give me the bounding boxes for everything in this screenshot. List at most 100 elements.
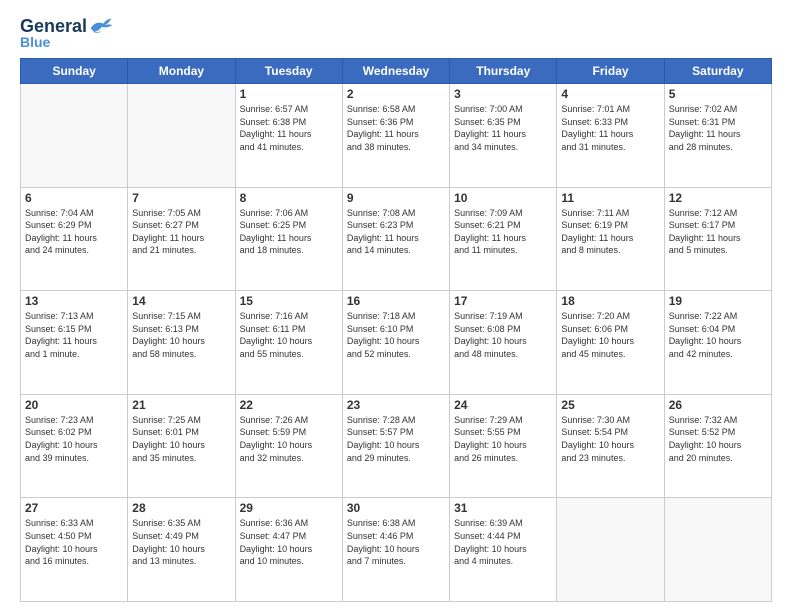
day-number: 15: [240, 294, 338, 308]
day-info: Sunrise: 7:30 AM Sunset: 5:54 PM Dayligh…: [561, 414, 659, 464]
day-info: Sunrise: 6:39 AM Sunset: 4:44 PM Dayligh…: [454, 517, 552, 567]
day-number: 9: [347, 191, 445, 205]
day-number: 21: [132, 398, 230, 412]
day-number: 14: [132, 294, 230, 308]
day-info: Sunrise: 6:38 AM Sunset: 4:46 PM Dayligh…: [347, 517, 445, 567]
calendar-cell: 28Sunrise: 6:35 AM Sunset: 4:49 PM Dayli…: [128, 498, 235, 602]
calendar-cell: 30 Sunrise: 6:38 AM Sunset: 4:46 PM Dayli…: [342, 498, 449, 602]
calendar-cell: [128, 84, 235, 188]
logo: General Blue: [20, 16, 113, 50]
day-info: Sunrise: 6:36 AM Sunset: 4:47 PM Dayligh…: [240, 517, 338, 567]
calendar-cell: 6Sunrise: 7:04 AM Sunset: 6:29 PM Daylig…: [21, 187, 128, 291]
day-number: 16: [347, 294, 445, 308]
day-number: 26: [669, 398, 767, 412]
calendar-cell: 31 Sunrise: 6:39 AM Sunset: 4:44 PM Dayli…: [450, 498, 557, 602]
day-info: Sunrise: 7:06 AM Sunset: 6:25 PM Dayligh…: [240, 207, 338, 257]
day-info: Sunrise: 7:29 AM Sunset: 5:55 PM Dayligh…: [454, 414, 552, 464]
day-number: 2: [347, 87, 445, 101]
day-number: 18: [561, 294, 659, 308]
day-info: Sunrise: 7:19 AM Sunset: 6:08 PM Dayligh…: [454, 310, 552, 360]
day-number: 19: [669, 294, 767, 308]
bird-icon: [89, 16, 113, 36]
calendar-cell: 19 Sunrise: 7:22 AM Sunset: 6:04 PM Dayli…: [664, 291, 771, 395]
day-info: Sunrise: 7:01 AM Sunset: 6:33 PM Dayligh…: [561, 103, 659, 153]
calendar-cell: 1 Sunrise: 6:57 AM Sunset: 6:38 PM Daylig…: [235, 84, 342, 188]
calendar-cell: [664, 498, 771, 602]
day-number: 12: [669, 191, 767, 205]
day-number: 10: [454, 191, 552, 205]
calendar-cell: 4 Sunrise: 7:01 AM Sunset: 6:33 PM Daylig…: [557, 84, 664, 188]
day-info: Sunrise: 7:25 AM Sunset: 6:01 PM Dayligh…: [132, 414, 230, 464]
day-number: 22: [240, 398, 338, 412]
day-info: Sunrise: 7:04 AM Sunset: 6:29 PM Dayligh…: [25, 207, 123, 257]
calendar-cell: 24 Sunrise: 7:29 AM Sunset: 5:55 PM Dayli…: [450, 394, 557, 498]
calendar-cell: 9Sunrise: 7:08 AM Sunset: 6:23 PM Daylig…: [342, 187, 449, 291]
day-info: Sunrise: 6:57 AM Sunset: 6:38 PM Dayligh…: [240, 103, 338, 153]
calendar-week-row: 6Sunrise: 7:04 AM Sunset: 6:29 PM Daylig…: [21, 187, 772, 291]
day-info: Sunrise: 7:12 AM Sunset: 6:17 PM Dayligh…: [669, 207, 767, 257]
calendar-cell: 18 Sunrise: 7:20 AM Sunset: 6:06 PM Dayli…: [557, 291, 664, 395]
calendar-cell: 12 Sunrise: 7:12 AM Sunset: 6:17 PM Dayli…: [664, 187, 771, 291]
day-info: Sunrise: 6:33 AM Sunset: 4:50 PM Dayligh…: [25, 517, 123, 567]
calendar-cell: 23 Sunrise: 7:28 AM Sunset: 5:57 PM Dayli…: [342, 394, 449, 498]
calendar-week-row: 13Sunrise: 7:13 AM Sunset: 6:15 PM Dayli…: [21, 291, 772, 395]
weekday-header-thursday: Thursday: [450, 59, 557, 84]
day-number: 5: [669, 87, 767, 101]
day-number: 29: [240, 501, 338, 515]
day-info: Sunrise: 6:35 AM Sunset: 4:49 PM Dayligh…: [132, 517, 230, 567]
calendar-cell: 15 Sunrise: 7:16 AM Sunset: 6:11 PM Dayli…: [235, 291, 342, 395]
calendar-week-row: 1 Sunrise: 6:57 AM Sunset: 6:38 PM Daylig…: [21, 84, 772, 188]
day-info: Sunrise: 7:05 AM Sunset: 6:27 PM Dayligh…: [132, 207, 230, 257]
day-number: 23: [347, 398, 445, 412]
day-number: 3: [454, 87, 552, 101]
day-number: 4: [561, 87, 659, 101]
calendar-cell: 8Sunrise: 7:06 AM Sunset: 6:25 PM Daylig…: [235, 187, 342, 291]
day-number: 20: [25, 398, 123, 412]
calendar-cell: 25 Sunrise: 7:30 AM Sunset: 5:54 PM Dayli…: [557, 394, 664, 498]
calendar-table: SundayMondayTuesdayWednesdayThursdayFrid…: [20, 58, 772, 602]
weekday-header-wednesday: Wednesday: [342, 59, 449, 84]
logo-blue: Blue: [20, 34, 113, 50]
weekday-header-monday: Monday: [128, 59, 235, 84]
day-info: Sunrise: 7:28 AM Sunset: 5:57 PM Dayligh…: [347, 414, 445, 464]
day-info: Sunrise: 7:26 AM Sunset: 5:59 PM Dayligh…: [240, 414, 338, 464]
calendar-week-row: 20 Sunrise: 7:23 AM Sunset: 6:02 PM Dayli…: [21, 394, 772, 498]
calendar-week-row: 27 Sunrise: 6:33 AM Sunset: 4:50 PM Dayli…: [21, 498, 772, 602]
calendar-cell: 29 Sunrise: 6:36 AM Sunset: 4:47 PM Dayli…: [235, 498, 342, 602]
day-info: Sunrise: 7:20 AM Sunset: 6:06 PM Dayligh…: [561, 310, 659, 360]
calendar-cell: [557, 498, 664, 602]
calendar-cell: 3 Sunrise: 7:00 AM Sunset: 6:35 PM Daylig…: [450, 84, 557, 188]
day-number: 25: [561, 398, 659, 412]
day-info: Sunrise: 7:32 AM Sunset: 5:52 PM Dayligh…: [669, 414, 767, 464]
calendar-cell: 5 Sunrise: 7:02 AM Sunset: 6:31 PM Daylig…: [664, 84, 771, 188]
day-info: Sunrise: 7:16 AM Sunset: 6:11 PM Dayligh…: [240, 310, 338, 360]
weekday-header-tuesday: Tuesday: [235, 59, 342, 84]
day-number: 17: [454, 294, 552, 308]
day-info: Sunrise: 7:00 AM Sunset: 6:35 PM Dayligh…: [454, 103, 552, 153]
day-number: 30: [347, 501, 445, 515]
calendar-cell: 22 Sunrise: 7:26 AM Sunset: 5:59 PM Dayli…: [235, 394, 342, 498]
calendar-cell: 21 Sunrise: 7:25 AM Sunset: 6:01 PM Dayli…: [128, 394, 235, 498]
header: General Blue: [20, 16, 772, 50]
day-number: 27: [25, 501, 123, 515]
day-info: Sunrise: 7:13 AM Sunset: 6:15 PM Dayligh…: [25, 310, 123, 360]
page: General Blue SundayMondayTuesdayWednesda…: [0, 0, 792, 612]
day-info: Sunrise: 7:23 AM Sunset: 6:02 PM Dayligh…: [25, 414, 123, 464]
day-info: Sunrise: 6:58 AM Sunset: 6:36 PM Dayligh…: [347, 103, 445, 153]
day-info: Sunrise: 7:22 AM Sunset: 6:04 PM Dayligh…: [669, 310, 767, 360]
day-number: 1: [240, 87, 338, 101]
calendar-cell: 13Sunrise: 7:13 AM Sunset: 6:15 PM Dayli…: [21, 291, 128, 395]
calendar-cell: 11Sunrise: 7:11 AM Sunset: 6:19 PM Dayli…: [557, 187, 664, 291]
weekday-header-row: SundayMondayTuesdayWednesdayThursdayFrid…: [21, 59, 772, 84]
calendar-cell: 10Sunrise: 7:09 AM Sunset: 6:21 PM Dayli…: [450, 187, 557, 291]
day-number: 11: [561, 191, 659, 205]
weekday-header-saturday: Saturday: [664, 59, 771, 84]
day-number: 24: [454, 398, 552, 412]
day-info: Sunrise: 7:15 AM Sunset: 6:13 PM Dayligh…: [132, 310, 230, 360]
day-info: Sunrise: 7:02 AM Sunset: 6:31 PM Dayligh…: [669, 103, 767, 153]
calendar-cell: 2 Sunrise: 6:58 AM Sunset: 6:36 PM Daylig…: [342, 84, 449, 188]
day-number: 31: [454, 501, 552, 515]
day-number: 7: [132, 191, 230, 205]
calendar-cell: 20 Sunrise: 7:23 AM Sunset: 6:02 PM Dayli…: [21, 394, 128, 498]
calendar-cell: 14 Sunrise: 7:15 AM Sunset: 6:13 PM Dayli…: [128, 291, 235, 395]
